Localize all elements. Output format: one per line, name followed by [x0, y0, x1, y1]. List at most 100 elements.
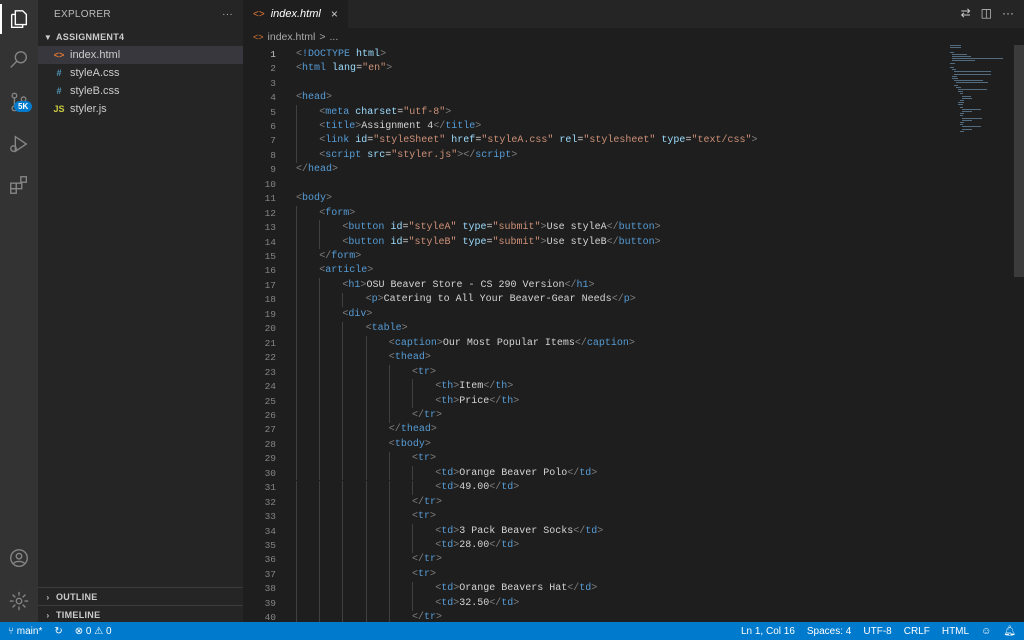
- indent-guide: [388, 408, 390, 423]
- explorer-more-button[interactable]: ···: [222, 9, 233, 20]
- cursor-position[interactable]: Ln 1, Col 16: [741, 626, 795, 637]
- indent-guide: [365, 523, 367, 539]
- code-line: 17 <h1>OSU Beaver Store - CS 290 Version<…: [243, 278, 943, 292]
- line-number: 38: [264, 583, 276, 595]
- vertical-scrollbar[interactable]: [1014, 45, 1024, 277]
- language-mode[interactable]: HTML: [942, 626, 969, 637]
- minimap-line: [962, 97, 972, 99]
- minimap-line: [960, 115, 963, 117]
- indent-guide: [388, 538, 390, 553]
- code-text: <tr>: [412, 568, 437, 580]
- indent-guide: [388, 480, 390, 495]
- file-item[interactable]: JS styler.js: [38, 100, 243, 118]
- indent-guide: [319, 596, 321, 611]
- code-text: <td>28.00</td>: [435, 540, 520, 552]
- line-number: 15: [264, 251, 276, 263]
- breadcrumb-symbol[interactable]: ...: [330, 31, 339, 43]
- indent-guide: [296, 538, 297, 553]
- file-type-icon: #: [56, 86, 62, 96]
- notifications-bell-icon[interactable]: 🔔︎: [1003, 626, 1016, 637]
- code-line: 35 <td>28.00</td>: [243, 538, 943, 552]
- indent-guide: [319, 364, 321, 380]
- code-text: <caption>Our Most Popular Items</caption…: [388, 337, 635, 349]
- indent-guide: [365, 379, 367, 394]
- indent-guide: [296, 205, 297, 221]
- account-icon[interactable]: [7, 546, 31, 570]
- indent-guide: [319, 552, 321, 568]
- code-text: <td>3 Pack Beaver Socks</td>: [435, 525, 604, 537]
- line-number: 34: [264, 525, 276, 537]
- line-number: 22: [264, 352, 276, 364]
- explorer-title: EXPLORER: [54, 8, 111, 20]
- run-debug-icon[interactable]: [7, 132, 31, 156]
- code-line: 38 <td>Orange Beavers Hat</td>: [243, 582, 943, 596]
- minimap-line: [952, 78, 959, 79]
- line-number: 16: [264, 265, 276, 277]
- editor-group: <> index.html × ⇄ ◫ ··· <> index.html > …: [243, 0, 1024, 625]
- indent-guide: [342, 552, 344, 568]
- compare-changes-icon[interactable]: ⇄: [961, 6, 971, 20]
- file-item[interactable]: # styleB.css: [38, 82, 243, 100]
- minimap-line: [960, 100, 964, 101]
- code-line: 6 <title>Assignment 4</title>: [243, 119, 943, 133]
- more-actions-icon[interactable]: ···: [1002, 6, 1014, 20]
- code-text: <form>: [319, 207, 356, 219]
- minimap[interactable]: [950, 45, 1010, 145]
- indent-guide: [296, 437, 297, 452]
- indent-guide: [342, 451, 344, 467]
- feedback-icon[interactable]: ☺: [981, 626, 991, 637]
- indent-guide: [319, 350, 321, 365]
- manage-gear-icon[interactable]: [7, 589, 31, 613]
- extensions-icon[interactable]: [7, 173, 31, 197]
- explorer-header: EXPLORER ···: [38, 0, 243, 28]
- branch-indicator[interactable]: ⑂ main*: [8, 626, 42, 637]
- code-text: </tr>: [412, 496, 443, 508]
- indent-guide: [319, 408, 321, 423]
- minimap-line: [950, 67, 955, 68]
- indent-guide: [319, 292, 321, 308]
- indent-guide: [388, 567, 390, 582]
- indent-guide: [412, 379, 413, 394]
- close-icon[interactable]: ×: [331, 7, 338, 21]
- problems-indicator[interactable]: ⊗ 0 ⚠ 0: [75, 626, 112, 637]
- code-text: <h1>OSU Beaver Store - CS 290 Version</h…: [342, 279, 595, 291]
- breadcrumb-file[interactable]: index.html: [268, 31, 316, 43]
- line-number: 20: [264, 323, 276, 335]
- search-icon[interactable]: [7, 48, 31, 72]
- indent-guide: [365, 596, 367, 611]
- indentation[interactable]: Spaces: 4: [807, 626, 851, 637]
- indent-guide: [342, 437, 344, 452]
- line-number: 6: [270, 120, 276, 132]
- outline-label: OUTLINE: [56, 592, 98, 602]
- file-item[interactable]: <> index.html: [38, 46, 243, 64]
- indent-guide: [388, 596, 390, 611]
- indent-guide: [296, 336, 297, 351]
- explorer-icon[interactable]: [7, 7, 31, 31]
- end-of-line[interactable]: CRLF: [904, 626, 930, 637]
- indent-guide: [319, 466, 321, 481]
- split-editor-icon[interactable]: ◫: [981, 6, 992, 20]
- indent-guide: [342, 596, 344, 611]
- code-text: </thead>: [388, 424, 437, 436]
- sync-icon[interactable]: ↻: [54, 626, 62, 637]
- code-line: 3: [243, 76, 943, 90]
- indent-guide: [388, 364, 390, 380]
- code-editor[interactable]: 1 <!DOCTYPE html> 2 <html lang="en"> 3 4 <head…: [243, 45, 1024, 625]
- tab-index-html[interactable]: <> index.html ×: [243, 0, 348, 28]
- indent-guide: [342, 494, 344, 510]
- minimap-line: [950, 47, 962, 49]
- minimap-line: [962, 117, 982, 119]
- encoding[interactable]: UTF-8: [863, 626, 891, 637]
- folder-header[interactable]: ▼ ASSIGNMENT4: [38, 28, 243, 46]
- minimap-line: [956, 86, 961, 88]
- code-line: 19 <div>: [243, 307, 943, 321]
- minimap-line: [962, 111, 972, 112]
- file-name: styleB.css: [70, 85, 120, 97]
- html-file-icon: <>: [253, 32, 264, 42]
- indent-guide: [342, 581, 344, 597]
- file-item[interactable]: # styleA.css: [38, 64, 243, 82]
- outline-section[interactable]: › OUTLINE: [38, 587, 243, 606]
- indent-guide: [296, 552, 297, 568]
- minimap-line: [960, 106, 963, 108]
- minimap-line: [960, 124, 963, 126]
